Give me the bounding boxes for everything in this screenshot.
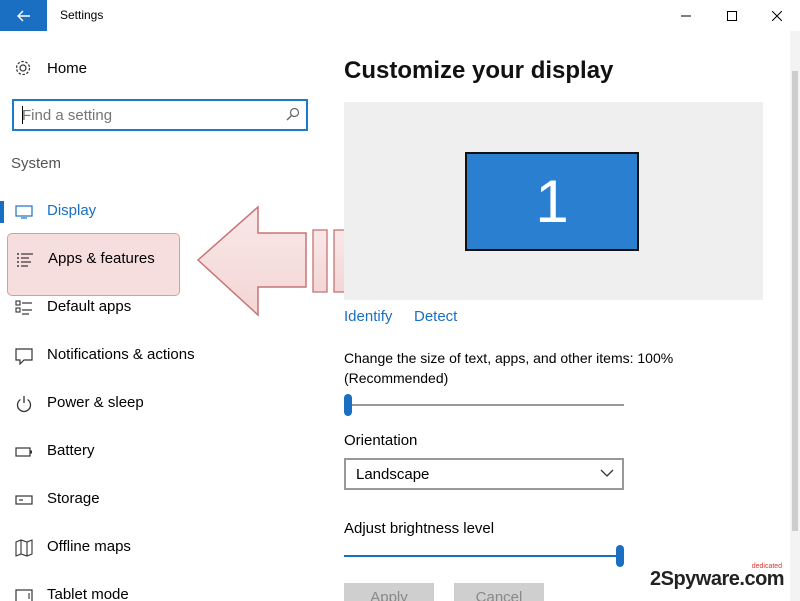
sidebar-item-offline-maps[interactable]: Offline maps bbox=[0, 527, 325, 567]
scale-slider[interactable] bbox=[344, 393, 624, 417]
sidebar-item-notifications[interactable]: Notifications & actions bbox=[0, 335, 325, 375]
brightness-label: Adjust brightness level bbox=[344, 520, 495, 537]
sidebar-item-label: Display bbox=[47, 202, 97, 219]
search-box[interactable] bbox=[12, 99, 308, 131]
maximize-button[interactable] bbox=[709, 0, 755, 31]
main-content: Customize your display 1 Identify Detect… bbox=[325, 31, 790, 601]
orientation-label: Orientation bbox=[344, 432, 418, 449]
home-link[interactable]: Home bbox=[14, 59, 87, 77]
watermark-logo: 2Spyware.com dedicated bbox=[650, 563, 785, 591]
sidebar-item-label: Apps & features bbox=[48, 250, 155, 267]
sidebar-item-label: Offline maps bbox=[47, 538, 131, 555]
search-input[interactable] bbox=[22, 104, 272, 126]
slider-thumb[interactable] bbox=[344, 394, 352, 416]
sidebar-item-label: Storage bbox=[47, 490, 100, 507]
orientation-value: Landscape bbox=[356, 466, 430, 483]
sidebar-item-label: Tablet mode bbox=[47, 586, 129, 601]
watermark-tag: dedicated bbox=[751, 563, 783, 570]
scrollbar-thumb[interactable] bbox=[792, 71, 798, 531]
sidebar-item-label: Battery bbox=[47, 442, 95, 459]
close-button[interactable] bbox=[754, 0, 800, 31]
notification-icon bbox=[15, 348, 33, 365]
sidebar-item-storage[interactable]: Storage bbox=[0, 479, 325, 519]
text-caret bbox=[22, 106, 23, 124]
search-icon[interactable] bbox=[286, 107, 300, 121]
window-title: Settings bbox=[60, 8, 104, 22]
default-apps-icon bbox=[15, 300, 32, 315]
cancel-button[interactable]: Cancel bbox=[454, 583, 544, 601]
slider-track bbox=[344, 404, 624, 406]
slider-thumb[interactable] bbox=[616, 545, 624, 567]
battery-icon bbox=[15, 447, 32, 457]
minimize-icon bbox=[681, 15, 691, 16]
scale-label: Change the size of text, apps, and other… bbox=[344, 350, 674, 386]
close-icon bbox=[772, 10, 782, 21]
gear-icon bbox=[15, 60, 31, 76]
sidebar-item-battery[interactable]: Battery bbox=[0, 431, 325, 471]
brightness-slider[interactable] bbox=[344, 544, 624, 568]
page-title: Customize your display bbox=[344, 57, 614, 84]
identify-link[interactable]: Identify bbox=[344, 308, 392, 325]
display-preview: 1 bbox=[344, 102, 763, 300]
storage-icon bbox=[15, 495, 33, 505]
slider-track bbox=[344, 555, 624, 557]
orientation-dropdown[interactable]: Landscape bbox=[344, 458, 624, 490]
chevron-down-icon bbox=[600, 469, 614, 477]
watermark-text: 2Spyware.com bbox=[650, 568, 785, 590]
sidebar-item-label: Notifications & actions bbox=[47, 346, 195, 363]
title-bar: Settings bbox=[0, 0, 800, 31]
sidebar-item-power-sleep[interactable]: Power & sleep bbox=[0, 383, 325, 423]
apply-button[interactable]: Apply bbox=[344, 583, 434, 601]
back-arrow-icon bbox=[16, 10, 30, 21]
sidebar-item-tablet-mode[interactable]: Tablet mode bbox=[0, 575, 325, 601]
scrollbar[interactable] bbox=[790, 31, 800, 601]
sidebar-item-label: Default apps bbox=[47, 298, 132, 315]
map-icon bbox=[15, 539, 33, 557]
home-label: Home bbox=[47, 59, 88, 77]
power-icon bbox=[16, 396, 32, 413]
maximize-icon bbox=[727, 10, 737, 21]
monitor-tile[interactable]: 1 bbox=[465, 152, 639, 251]
back-button[interactable] bbox=[0, 0, 47, 31]
list-icon bbox=[17, 253, 33, 267]
monitor-number: 1 bbox=[535, 167, 569, 235]
detect-link[interactable]: Detect bbox=[414, 308, 457, 325]
section-label-system: System bbox=[11, 155, 62, 172]
monitor-icon bbox=[15, 205, 33, 219]
minimize-button[interactable] bbox=[663, 0, 709, 31]
sidebar-item-label: Power & sleep bbox=[47, 394, 144, 411]
tablet-icon bbox=[15, 589, 33, 601]
